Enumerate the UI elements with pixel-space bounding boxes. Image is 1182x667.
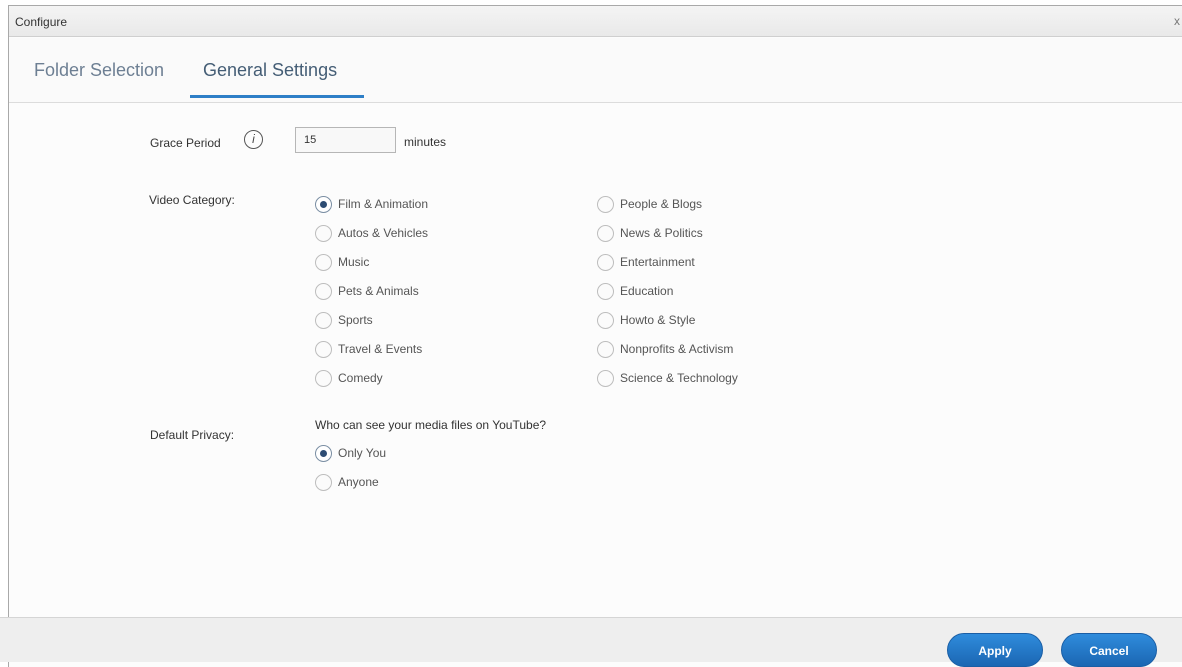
video-category-label: Video Category: [149,193,235,207]
radio-button[interactable] [315,473,332,491]
video-category-option[interactable]: Autos & Vehicles [315,223,428,243]
grace-period-input[interactable] [295,127,396,153]
radio-button[interactable] [597,224,614,242]
radio-label: Anyone [338,475,379,489]
video-category-option[interactable]: Travel & Events [315,339,422,359]
privacy-option[interactable]: Anyone [315,472,379,492]
video-category-option[interactable]: People & Blogs [597,194,702,214]
video-category-option[interactable]: Film & Animation [315,194,428,214]
radio-label: People & Blogs [620,197,703,211]
radio-button[interactable] [315,282,332,300]
grace-period-units: minutes [404,135,447,149]
radio-button[interactable] [315,253,332,271]
video-category-option[interactable]: Science & Technology [597,368,738,388]
radio-button[interactable] [597,282,614,300]
info-icon[interactable]: i [244,130,263,149]
tab-bar: Folder Selection General Settings [9,38,1182,103]
radio-button[interactable] [315,224,332,242]
video-category-option[interactable]: Sports [315,310,373,330]
radio-button[interactable] [597,369,614,387]
radio-button[interactable] [597,253,614,271]
active-tab-indicator [190,95,364,98]
dialog-title: Configure [15,15,68,29]
configure-dialog: Configure x Folder Selection General Set… [8,5,1182,667]
close-icon[interactable]: x [1174,14,1180,28]
video-category-option[interactable]: News & Politics [597,223,703,243]
radio-label: Autos & Vehicles [338,226,429,240]
radio-label: Film & Animation [338,197,429,211]
privacy-option[interactable]: Only You [315,443,386,463]
video-category-option[interactable]: Comedy [315,368,383,388]
radio-label: Science & Technology [620,371,738,385]
radio-label: Sports [338,313,373,327]
grace-period-label: Grace Period [150,136,221,150]
default-privacy-label: Default Privacy: [150,428,235,442]
video-category-option[interactable]: Pets & Animals [315,281,419,301]
radio-button[interactable] [597,311,614,329]
radio-label: Entertainment [620,255,695,269]
radio-button[interactable] [597,340,614,358]
radio-label: Nonprofits & Activism [620,342,734,356]
radio-label: Howto & Style [620,313,696,327]
privacy-question: Who can see your media files on YouTube? [315,418,547,432]
radio-button[interactable] [315,195,332,213]
video-category-option[interactable]: Education [597,281,673,301]
radio-label: Music [338,255,370,269]
title-bar: Configure x [9,6,1182,37]
apply-button[interactable]: Apply [947,633,1043,667]
radio-label: Only You [338,446,387,460]
radio-label: Travel & Events [338,342,423,356]
tab-general-settings[interactable]: General Settings [203,60,337,81]
video-category-option[interactable]: Music [315,252,369,272]
radio-label: Pets & Animals [338,284,419,298]
radio-label: Comedy [338,371,383,385]
radio-button[interactable] [597,195,614,213]
radio-label: News & Politics [620,226,703,240]
radio-button[interactable] [315,311,332,329]
radio-button[interactable] [315,340,332,358]
video-category-option[interactable]: Entertainment [597,252,695,272]
radio-label: Education [620,284,674,298]
tab-folder-selection[interactable]: Folder Selection [34,60,164,81]
video-category-option[interactable]: Nonprofits & Activism [597,339,733,359]
cancel-button[interactable]: Cancel [1061,633,1157,667]
video-category-option[interactable]: Howto & Style [597,310,695,330]
radio-button[interactable] [315,444,332,462]
radio-button[interactable] [315,369,332,387]
